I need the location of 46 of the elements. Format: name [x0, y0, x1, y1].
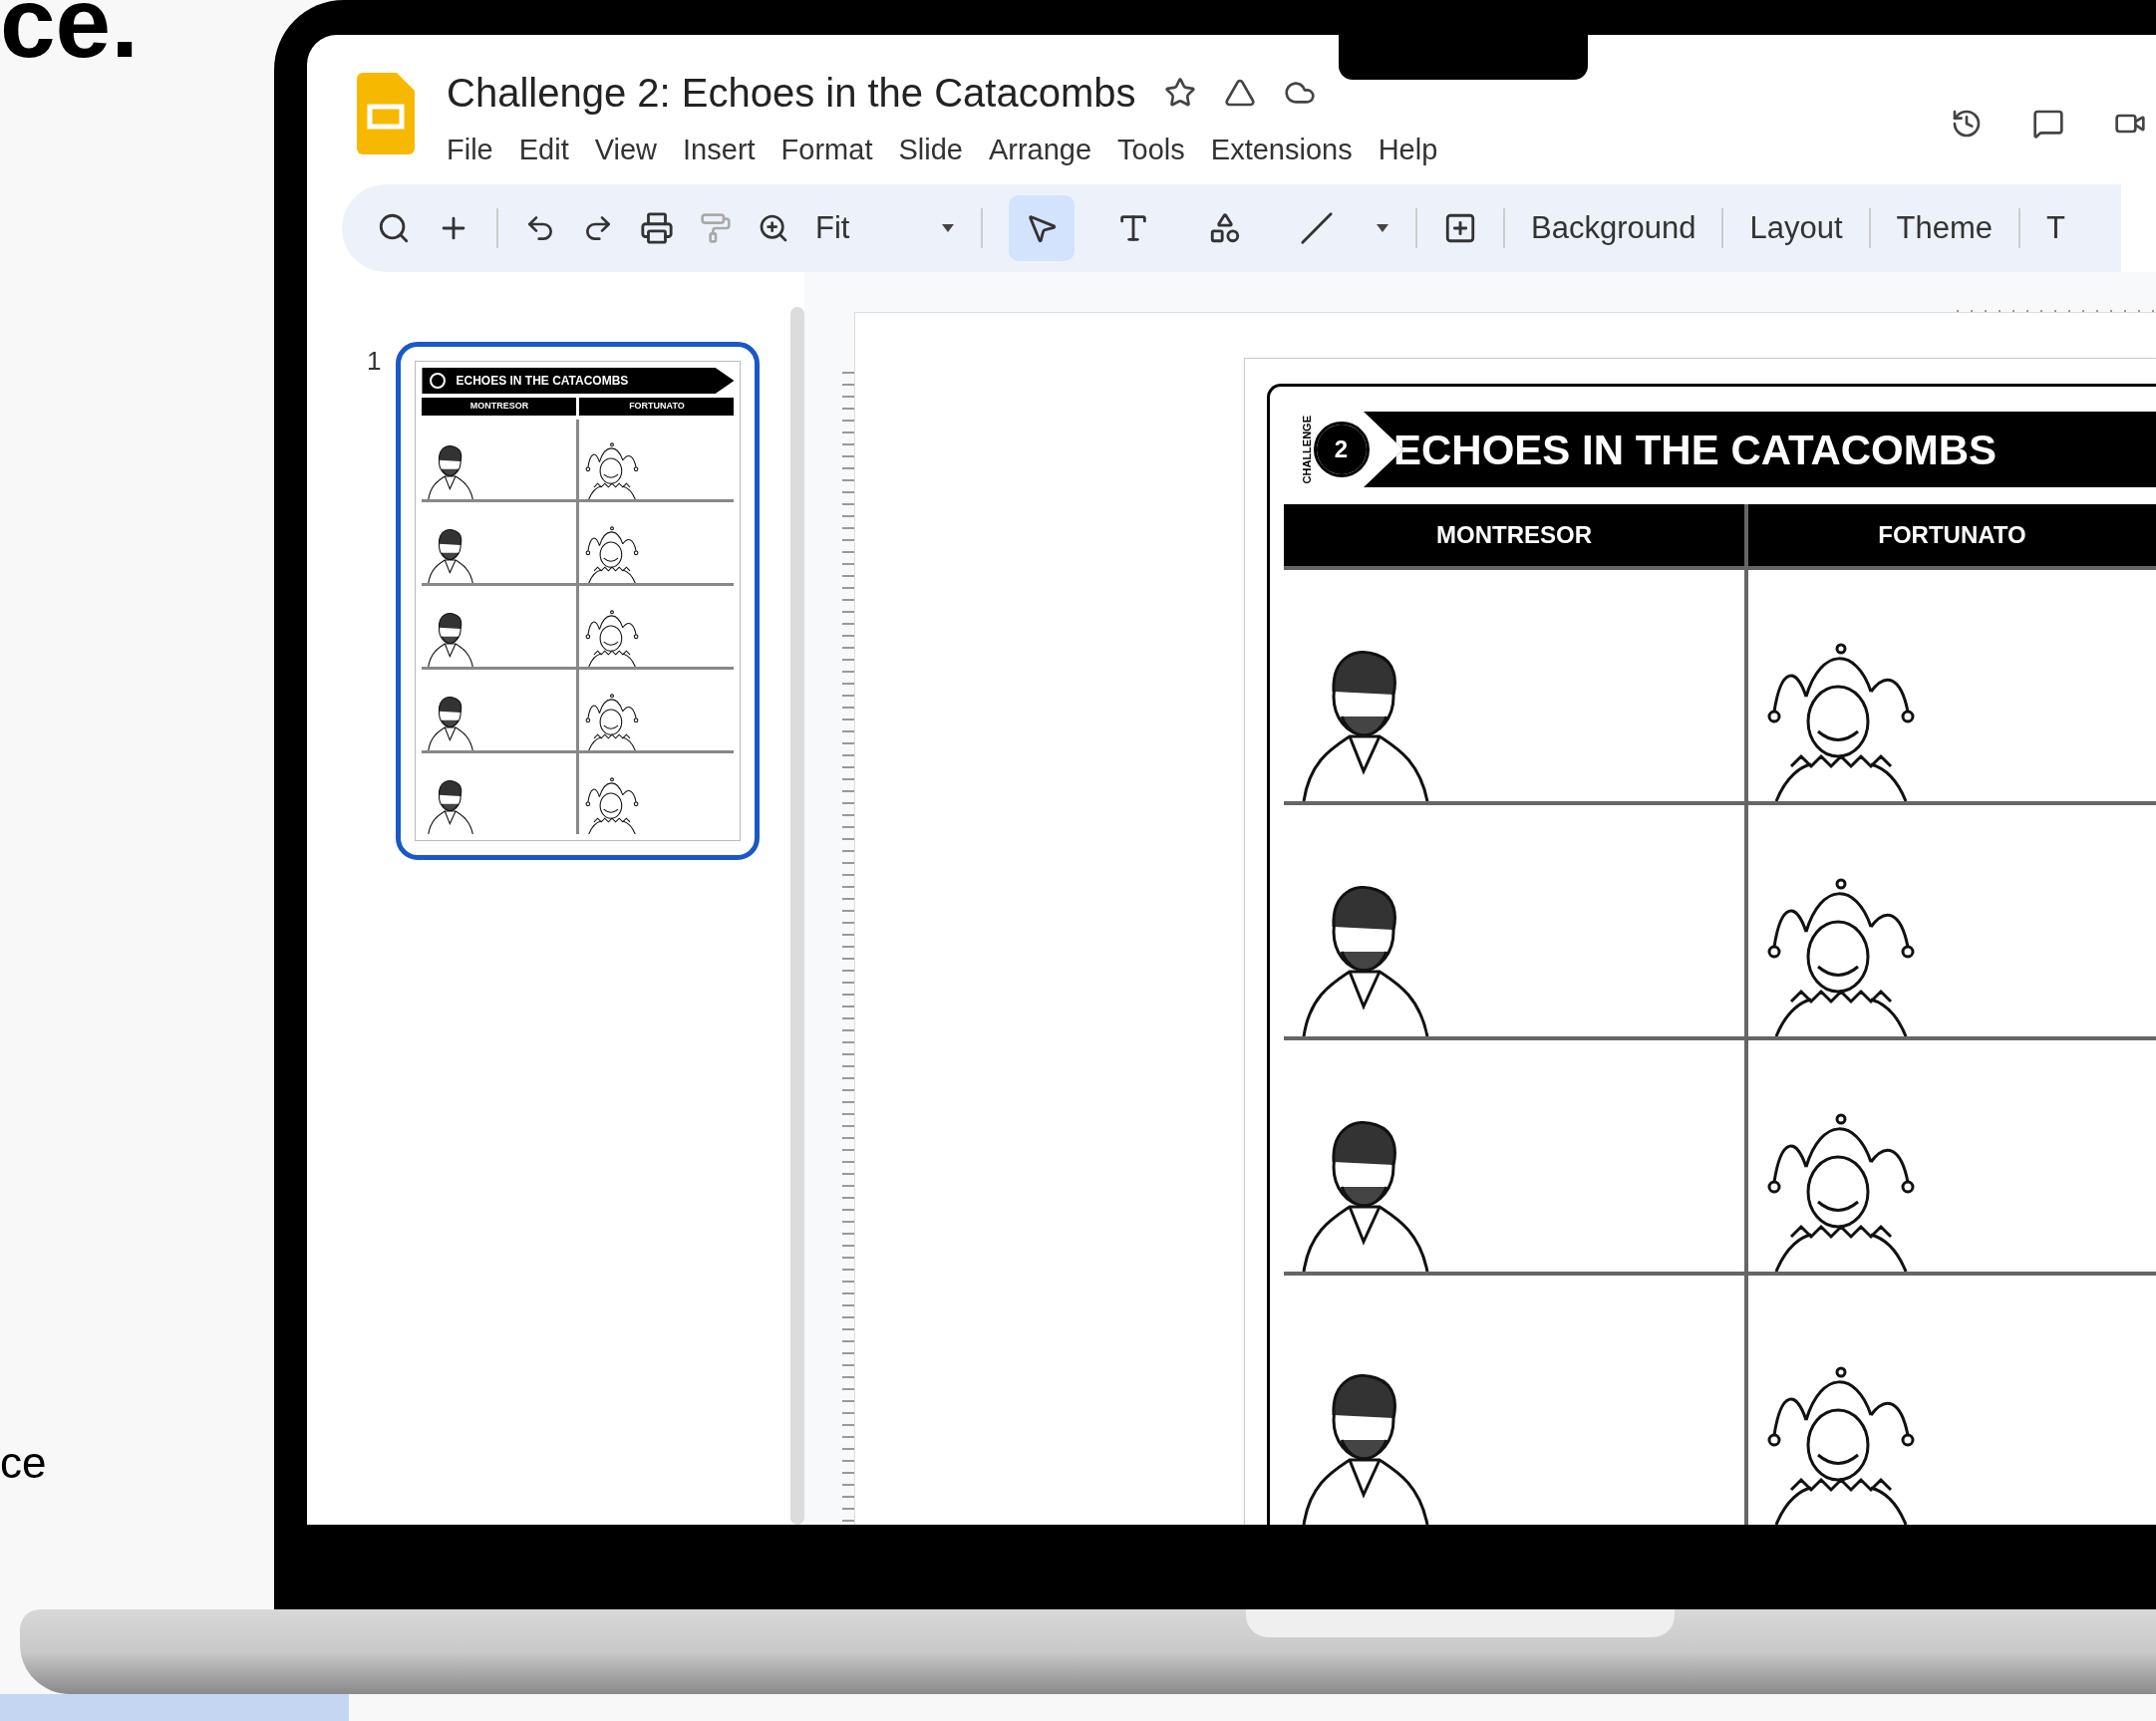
- thumbnail-column-header: FORTUNATO: [579, 398, 735, 416]
- toolbar-text-button[interactable]: Theme: [1896, 204, 1993, 252]
- caret-icon[interactable]: [1376, 223, 1389, 233]
- slide-thumbnail[interactable]: ECHOES IN THE CATACOMBS MONTRESOR FORTUNATO: [396, 342, 761, 860]
- menu-item[interactable]: Insert: [683, 129, 756, 172]
- comment-icon[interactable]: [2032, 108, 2064, 140]
- heading-fragment: ce.: [0, 0, 140, 72]
- toolbar-text-button[interactable]: Layout: [1749, 204, 1843, 252]
- zoom-select[interactable]: Fit: [815, 204, 915, 252]
- toolbar-text-button[interactable]: Background: [1531, 204, 1696, 252]
- shapes-icon: [1208, 211, 1242, 245]
- add-comment-icon[interactable]: [1443, 211, 1477, 245]
- zoom-icon[interactable]: [758, 212, 789, 244]
- thumbnail-banner: ECHOES IN THE CATACOMBS: [422, 368, 735, 394]
- column-header: FORTUNATO: [1748, 504, 2156, 566]
- column-header: MONTRESOR: [1284, 504, 1744, 566]
- zoom-caret-icon[interactable]: [941, 223, 955, 233]
- search-icon[interactable]: [377, 211, 411, 245]
- menu-item[interactable]: File: [447, 129, 493, 172]
- menu-item[interactable]: Arrange: [988, 129, 1092, 172]
- menu-item[interactable]: Extensions: [1210, 129, 1353, 172]
- menu-item[interactable]: View: [594, 129, 658, 172]
- menu-item[interactable]: Format: [780, 129, 873, 172]
- slide-number: 1: [367, 345, 382, 378]
- menu-item[interactable]: Edit: [518, 129, 569, 172]
- tool-button[interactable]: [1009, 195, 1075, 261]
- menu-item[interactable]: Help: [1378, 129, 1438, 172]
- menu-item[interactable]: Tools: [1117, 129, 1185, 172]
- challenge-number-badge: 2: [1316, 425, 1367, 474]
- print-icon[interactable]: [640, 211, 674, 245]
- jester-bust-drawing: [585, 607, 640, 668]
- menu-item[interactable]: Slide: [898, 129, 963, 172]
- jester-bust-drawing: [585, 440, 640, 500]
- document-title[interactable]: Challenge 2: Echoes in the Catacombs: [447, 63, 1136, 123]
- toolbar-text-button[interactable]: T: [2046, 204, 2065, 252]
- line-icon: [1300, 211, 1334, 245]
- jester-bust-drawing: [585, 523, 640, 584]
- jester-bust-drawing: [585, 691, 640, 751]
- star-icon[interactable]: [1163, 77, 1196, 109]
- triangle-icon[interactable]: [1223, 77, 1256, 109]
- worksheet-title: ECHOES IN THE CATACOMBS: [1393, 425, 1998, 475]
- challenge-arc-label: CHALLENGE: [1301, 415, 1313, 484]
- text-fragment: ce: [0, 1441, 48, 1485]
- history-icon[interactable]: [1951, 108, 1983, 140]
- jester-bust-drawing: [585, 774, 640, 834]
- thumbnail-column-header: MONTRESOR: [422, 398, 577, 416]
